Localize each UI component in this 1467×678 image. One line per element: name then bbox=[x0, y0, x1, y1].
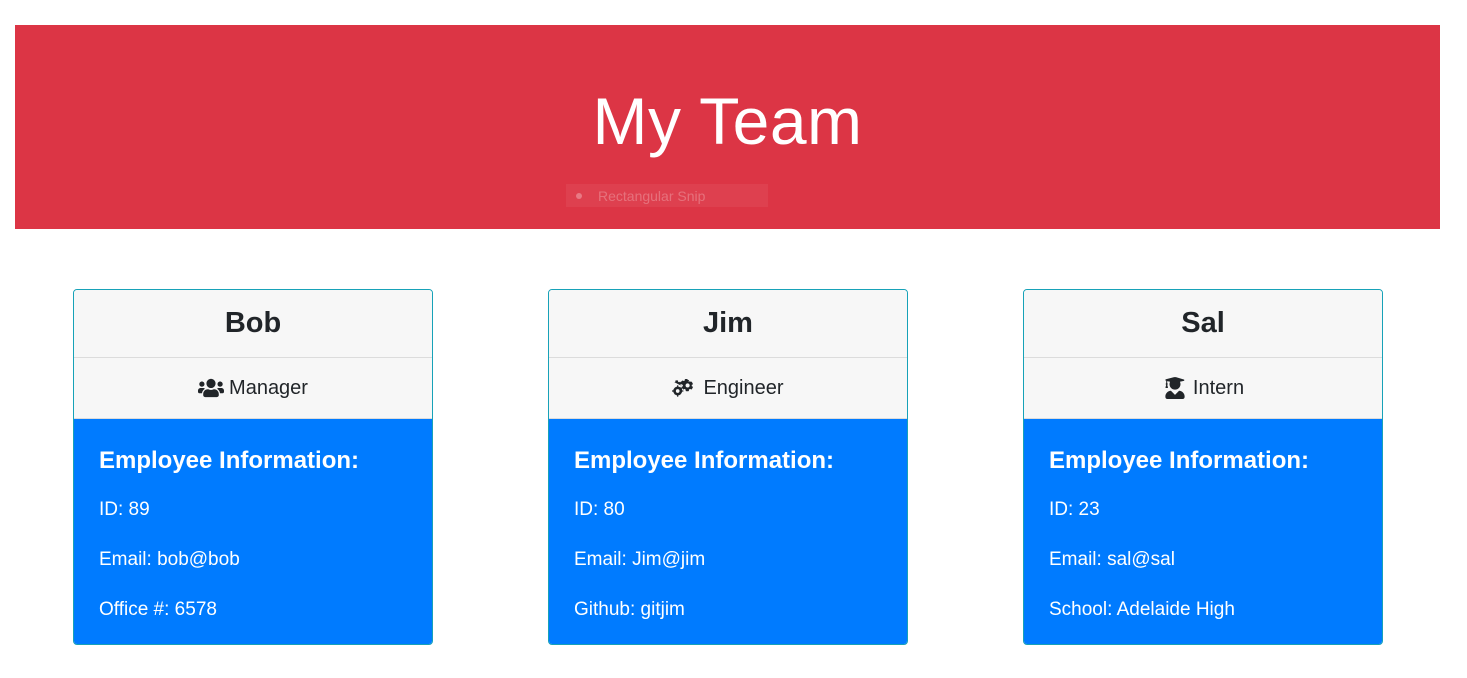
employee-card-manager: Bob Manager Employee Information: ID: 89… bbox=[73, 289, 433, 645]
employee-info: Employee Information: ID: 89 Email: bob@… bbox=[74, 419, 432, 644]
employee-id: ID: 89 bbox=[99, 499, 150, 520]
employee-info: Employee Information: ID: 80 Email: Jim@… bbox=[549, 419, 907, 644]
users-icon bbox=[198, 378, 225, 398]
graduate-icon bbox=[1165, 377, 1185, 399]
employee-name: Sal bbox=[1024, 290, 1382, 358]
role-label: Intern bbox=[1192, 376, 1245, 399]
cogs-icon bbox=[672, 379, 694, 397]
employee-id: ID: 80 bbox=[574, 499, 625, 520]
employee-name: Bob bbox=[74, 290, 432, 358]
role-label: Engineer bbox=[703, 376, 784, 399]
employee-role: Manager bbox=[74, 358, 432, 419]
page-title: My Team bbox=[592, 84, 863, 158]
role-label: Manager bbox=[229, 376, 308, 399]
rectangular-snip-overlay: Rectangular Snip bbox=[566, 184, 768, 207]
employee-email: Email: Jim@jim bbox=[574, 549, 706, 570]
employee-role: Intern bbox=[1024, 358, 1382, 419]
snip-label: Rectangular Snip bbox=[598, 187, 706, 204]
employee-name: Jim bbox=[549, 290, 907, 358]
info-heading: Employee Information: bbox=[1049, 447, 1310, 474]
employee-id: ID: 23 bbox=[1049, 499, 1100, 520]
employee-email: Email: sal@sal bbox=[1049, 549, 1175, 570]
snip-dot-icon bbox=[576, 192, 582, 199]
employee-github: Github: gitjim bbox=[574, 599, 685, 620]
page-header: My Team Rectangular Snip bbox=[15, 25, 1440, 229]
employee-info: Employee Information: ID: 23 Email: sal@… bbox=[1024, 419, 1382, 644]
info-heading: Employee Information: bbox=[99, 447, 360, 474]
employee-email: Email: bob@bob bbox=[99, 549, 240, 570]
employee-school: School: Adelaide High bbox=[1049, 599, 1235, 620]
employee-office: Office #: 6578 bbox=[99, 599, 217, 620]
info-heading: Employee Information: bbox=[574, 447, 835, 474]
employee-card-intern: Sal Intern Employee Information: ID: 23 … bbox=[1023, 289, 1383, 645]
employee-card-engineer: Jim Engineer Employee Information: ID: 8… bbox=[548, 289, 908, 645]
employee-role: Engineer bbox=[549, 358, 907, 419]
